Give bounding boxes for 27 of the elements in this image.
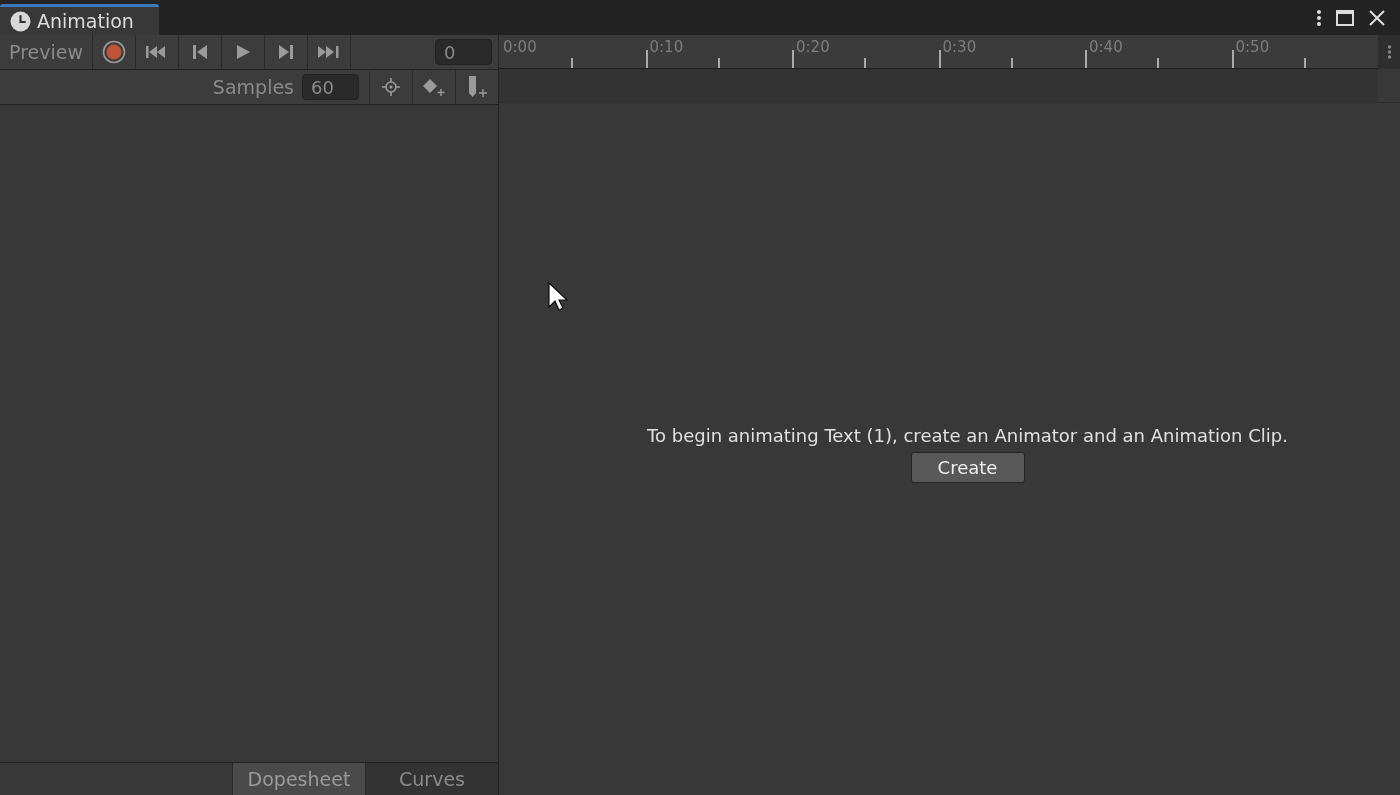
time-label: 0:50 <box>1235 38 1270 56</box>
create-button[interactable]: Create <box>910 452 1025 483</box>
time-label: 0:30 <box>942 38 977 56</box>
time-label: 0:10 <box>649 38 684 56</box>
message-text: To begin animating Text (1), create an Animator and an Animation Clip. <box>647 425 1288 446</box>
frame-field[interactable]: 0 <box>435 39 492 65</box>
record-icon <box>102 40 126 64</box>
time-label: 0:00 <box>503 38 537 56</box>
maximize-icon[interactable] <box>1336 9 1354 27</box>
more-options-icon[interactable] <box>1316 9 1322 27</box>
time-label: 0:20 <box>796 38 830 56</box>
view-tab[interactable]: Curves <box>365 763 498 795</box>
step-forward-icon <box>278 44 294 60</box>
play-icon <box>235 44 251 60</box>
samples-field[interactable]: 60 <box>302 74 359 100</box>
samples-label: Samples <box>212 76 294 98</box>
clock-icon <box>10 10 31 32</box>
window-tab[interactable]: Animation <box>0 4 159 35</box>
close-icon[interactable] <box>1368 9 1386 27</box>
diamond-plus-icon <box>421 77 447 97</box>
time-label: 0:40 <box>1089 38 1123 56</box>
mouse-pointer-icon <box>548 282 568 312</box>
crosshair-icon <box>381 77 401 97</box>
view-tab[interactable]: Dopesheet <box>232 763 365 795</box>
step-back-icon <box>192 44 208 60</box>
skip-to-end-icon <box>317 44 341 60</box>
window-title: Animation <box>37 10 134 32</box>
